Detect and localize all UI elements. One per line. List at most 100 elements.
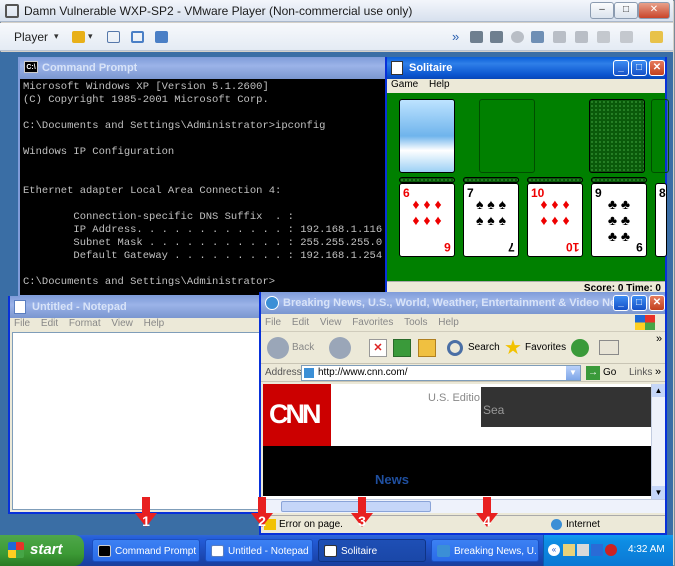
card-rank-bottom: 9 <box>636 240 643 254</box>
notepad-text-area[interactable] <box>12 332 262 510</box>
address-dropdown-icon[interactable]: ▼ <box>566 366 580 380</box>
start-button[interactable]: start <box>0 535 84 566</box>
links-label[interactable]: Links <box>629 367 652 378</box>
solitaire-maximize-button[interactable]: □ <box>631 60 647 76</box>
menu-help[interactable]: Help <box>438 317 459 328</box>
menu-edit[interactable]: Edit <box>41 318 58 329</box>
tableau-card[interactable]: 10 ♦ ♦ ♦ ♦ ♦ ♦ 10 <box>527 183 583 257</box>
vertical-scrollbar[interactable]: ▲ ▼ <box>651 384 665 499</box>
foundation-2[interactable] <box>651 99 669 173</box>
pause-dropdown-icon[interactable]: ▾ <box>88 31 93 42</box>
player-dropdown-icon[interactable]: ▾ <box>54 31 59 42</box>
menu-tools[interactable]: Tools <box>404 317 427 328</box>
device-icon-8[interactable] <box>620 31 633 43</box>
device-icon-7[interactable] <box>597 31 610 43</box>
fullscreen-icon[interactable] <box>131 31 144 43</box>
status-error[interactable]: Error on page. <box>279 519 343 530</box>
ie-maximize-button[interactable]: □ <box>631 295 647 311</box>
task-command-prompt[interactable]: Command Prompt <box>92 539 200 562</box>
tableau-card[interactable]: 7 ♠ ♠ ♠ ♠ ♠ ♠ 7 <box>463 183 519 257</box>
go-button[interactable]: Go <box>603 367 616 378</box>
tray-network-icon[interactable] <box>563 544 575 556</box>
minimize-button[interactable]: – <box>590 2 614 19</box>
tableau-card[interactable]: 8 <box>655 183 667 257</box>
task-solitaire[interactable]: Solitaire <box>318 539 426 562</box>
solitaire-minimize-button[interactable]: _ <box>613 60 629 76</box>
menu-game[interactable]: Game <box>391 79 418 90</box>
history-icon[interactable] <box>571 339 589 357</box>
internet-explorer-window[interactable]: Breaking News, U.S., World, Weather, Ent… <box>259 292 667 535</box>
scroll-thumb[interactable] <box>281 501 431 512</box>
foundation-1[interactable] <box>589 99 645 173</box>
device-icon-1[interactable] <box>470 31 483 43</box>
back-arrow-icon[interactable] <box>267 337 289 359</box>
menu-edit[interactable]: Edit <box>292 317 309 328</box>
cmd-titlebar[interactable]: C:\ Command Prompt <box>20 57 388 79</box>
address-input[interactable]: http://www.cnn.com/ ▼ <box>301 365 581 381</box>
search-icon[interactable] <box>447 340 463 356</box>
home-icon[interactable] <box>418 339 436 357</box>
go-arrow-icon[interactable]: → <box>586 366 600 380</box>
solitaire-titlebar[interactable]: Solitaire _ □ ✕ <box>387 57 665 79</box>
menu-file[interactable]: File <box>265 317 281 328</box>
task-internet-explorer[interactable]: Breaking News, U.... <box>431 539 539 562</box>
task-notepad[interactable]: Untitled - Notepad <box>205 539 313 562</box>
favorites-star-icon[interactable]: ★ <box>504 335 522 360</box>
maximize-button[interactable]: □ <box>614 2 638 19</box>
device-icon-6[interactable] <box>575 31 588 43</box>
cnn-logo[interactable]: CNN <box>263 384 331 446</box>
device-icon-3[interactable] <box>511 31 524 43</box>
device-icon-2[interactable] <box>490 31 503 43</box>
menu-help[interactable]: Help <box>429 79 450 90</box>
device-icon-4[interactable] <box>531 31 544 43</box>
scroll-down-icon[interactable]: ▼ <box>652 486 665 499</box>
tray-vmware-icon[interactable] <box>591 544 603 556</box>
tableau-card[interactable]: 6 ♦ ♦ ♦ ♦ ♦ ♦ 6 <box>399 183 455 257</box>
ie-content-area[interactable]: CNN U.S. Editio Sea News <box>263 384 651 499</box>
send-ctrl-alt-del-icon[interactable] <box>107 31 120 43</box>
horizontal-scrollbar[interactable] <box>263 499 665 513</box>
pause-icon[interactable] <box>72 31 85 43</box>
tray-shield-icon[interactable] <box>605 544 617 556</box>
links-overflow-icon[interactable]: » <box>655 366 661 378</box>
menu-file[interactable]: File <box>14 318 30 329</box>
tray-expand-icon[interactable]: « <box>548 544 560 556</box>
stock-pile[interactable] <box>399 99 455 173</box>
menu-help[interactable]: Help <box>144 318 165 329</box>
ie-close-button[interactable]: ✕ <box>649 295 665 311</box>
tableau-card[interactable]: 9 ♣ ♣ ♣ ♣ ♣ ♣ 9 <box>591 183 647 257</box>
notepad-window[interactable]: Untitled - Notepad File Edit Format View… <box>8 296 266 514</box>
mail-icon[interactable] <box>599 340 619 355</box>
menu-format[interactable]: Format <box>69 318 101 329</box>
menu-favorites[interactable]: Favorites <box>352 317 393 328</box>
message-log-icon[interactable] <box>650 31 663 43</box>
clock[interactable]: 4:32 AM <box>628 544 665 555</box>
ie-minimize-button[interactable]: _ <box>613 295 629 311</box>
cmd-output[interactable]: Microsoft Windows XP [Version 5.1.2600] … <box>23 81 383 291</box>
favorites-button[interactable]: Favorites <box>525 342 566 353</box>
search-button[interactable]: Search <box>468 342 500 353</box>
scroll-up-icon[interactable]: ▲ <box>652 384 665 397</box>
device-icon-5[interactable] <box>553 31 566 43</box>
toolbar-overflow-icon[interactable]: » <box>656 333 662 345</box>
player-menu[interactable]: Player <box>14 30 48 44</box>
more-devices-icon[interactable]: » <box>452 29 459 44</box>
refresh-icon[interactable] <box>393 339 411 357</box>
cnn-search-box[interactable]: Sea <box>481 387 651 427</box>
ie-titlebar[interactable]: Breaking News, U.S., World, Weather, Ent… <box>261 292 665 314</box>
forward-arrow-icon[interactable] <box>329 337 351 359</box>
edition-label[interactable]: U.S. Editio <box>428 392 480 404</box>
command-prompt-window[interactable]: C:\ Command Prompt Microsoft Windows XP … <box>18 57 390 297</box>
solitaire-close-button[interactable]: ✕ <box>649 60 665 76</box>
stop-icon[interactable]: ✕ <box>369 339 387 357</box>
menu-view[interactable]: View <box>111 318 133 329</box>
unity-icon[interactable] <box>155 31 168 43</box>
back-button[interactable]: Back <box>292 342 314 353</box>
notepad-titlebar[interactable]: Untitled - Notepad <box>10 296 264 318</box>
menu-view[interactable]: View <box>320 317 342 328</box>
news-nav-link[interactable]: News <box>375 472 409 487</box>
solitaire-window[interactable]: Solitaire _ □ ✕ Game Help 6 ♦ ♦ ♦ ♦ ♦ ♦ 6 7… <box>385 57 669 297</box>
close-button[interactable]: ✕ <box>638 2 670 19</box>
waste-slot[interactable] <box>479 99 535 173</box>
tray-security-icon[interactable] <box>577 544 589 556</box>
